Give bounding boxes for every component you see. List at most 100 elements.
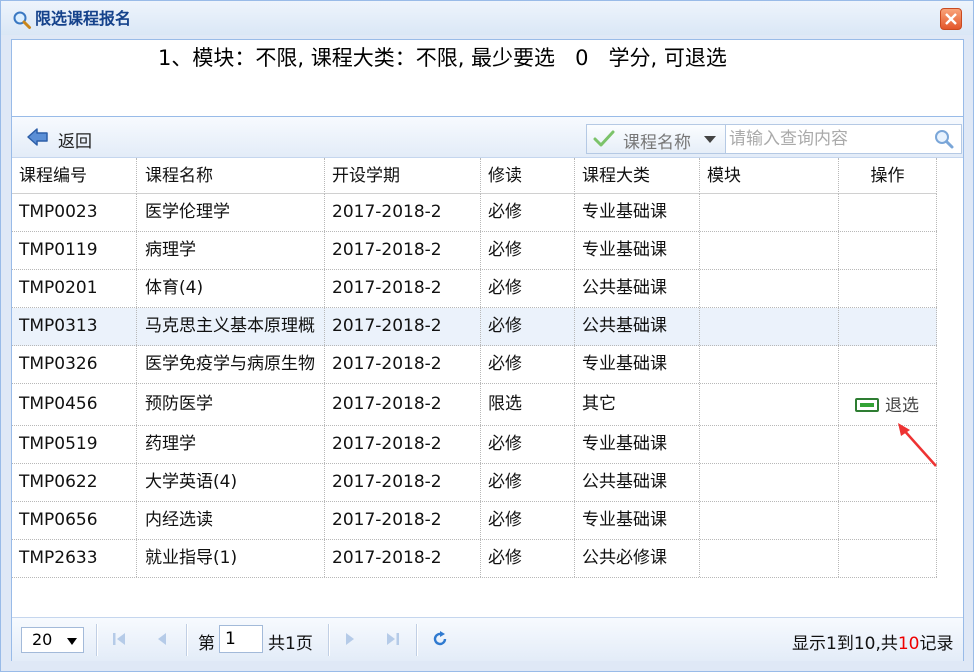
table-row[interactable]: TMP0622 大学英语(4) 2017-2018-2 必修 公共基础课: [12, 464, 937, 502]
back-arrow-icon: [27, 128, 48, 146]
cell-type: 必修: [481, 270, 575, 307]
cell-term: 2017-2018-2: [325, 384, 481, 425]
last-page-icon[interactable]: [383, 629, 403, 649]
search-box: 课程名称: [586, 124, 962, 154]
grid-header: 课程编号 课程名称 开设学期 修读 课程大类 模块 操作: [12, 158, 963, 194]
cell-type: 必修: [481, 540, 575, 577]
page-total: 共1页: [268, 634, 313, 654]
table-row[interactable]: TMP0519 药理学 2017-2018-2 必修 专业基础课: [12, 426, 937, 464]
cell-name: 病理学: [137, 232, 325, 269]
cell-op: [839, 346, 937, 383]
cell-code: TMP0519: [12, 426, 137, 463]
cell-code: TMP0456: [12, 384, 137, 425]
cell-code: TMP0023: [12, 194, 137, 231]
cell-type: 必修: [481, 346, 575, 383]
cell-name: 体育(4): [137, 270, 325, 307]
cell-code: TMP0326: [12, 346, 137, 383]
close-button[interactable]: [940, 8, 962, 30]
cell-code: TMP0119: [12, 232, 137, 269]
prev-page-icon[interactable]: [152, 629, 172, 649]
cell-name: 药理学: [137, 426, 325, 463]
notice-text: 1、模块：不限, 课程大类：不限, 最少要选 0 学分, 可退选: [158, 46, 727, 70]
header-course-code[interactable]: 课程编号: [12, 158, 137, 194]
dialog-titlebar: 限选课程报名: [1, 1, 973, 35]
cell-type: 必修: [481, 426, 575, 463]
page-size-select[interactable]: 20: [21, 627, 84, 653]
cell-module: [700, 426, 839, 463]
cell-type: 必修: [481, 194, 575, 231]
magnifier-icon: [13, 11, 31, 29]
cell-module: [700, 464, 839, 501]
search-field-label: 课程名称: [623, 133, 691, 153]
cell-term: 2017-2018-2: [325, 502, 481, 539]
cell-type: 限选: [481, 384, 575, 425]
table-row[interactable]: TMP0656 内经选读 2017-2018-2 必修 专业基础课: [12, 502, 937, 540]
cell-term: 2017-2018-2: [325, 346, 481, 383]
page-prefix: 第: [198, 634, 215, 654]
cell-name: 预防医学: [137, 384, 325, 425]
cell-type: 必修: [481, 308, 575, 345]
cell-type: 必修: [481, 502, 575, 539]
divider: [328, 624, 330, 656]
table-row[interactable]: TMP0456 预防医学 2017-2018-2 限选 其它 退选: [12, 384, 937, 426]
dialog-content: 1、模块：不限, 课程大类：不限, 最少要选 0 学分, 可退选 返回 课程名称: [11, 39, 964, 661]
divider: [416, 624, 418, 656]
cell-module: [700, 194, 839, 231]
check-icon: [593, 130, 615, 147]
pagination-bar: 20 第 共1页: [12, 617, 963, 661]
cell-module: [700, 232, 839, 269]
table-row[interactable]: TMP2633 就业指导(1) 2017-2018-2 必修 公共必修课: [12, 540, 937, 578]
info-prefix: 显示1到10,共: [792, 634, 898, 654]
table-row[interactable]: TMP0119 病理学 2017-2018-2 必修 专业基础课: [12, 232, 937, 270]
cell-module: [700, 502, 839, 539]
record-count: 10: [897, 634, 920, 654]
table-row[interactable]: TMP0201 体育(4) 2017-2018-2 必修 公共基础课: [12, 270, 937, 308]
next-page-icon[interactable]: [340, 629, 360, 649]
search-input[interactable]: [729, 127, 929, 151]
cell-op: [839, 270, 937, 307]
search-field-select[interactable]: 课程名称: [587, 125, 726, 153]
divider: [96, 624, 98, 656]
cell-code: TMP0201: [12, 270, 137, 307]
cell-name: 医学伦理学: [137, 194, 325, 231]
cell-op: [839, 540, 937, 577]
divider: [186, 624, 188, 656]
header-category[interactable]: 课程大类: [575, 158, 700, 194]
grid-toolbar: 返回 课程名称: [12, 117, 963, 158]
notice-panel: 1、模块：不限, 课程大类：不限, 最少要选 0 学分, 可退选: [12, 40, 963, 117]
header-study-type[interactable]: 修读: [481, 158, 575, 194]
back-label: 返回: [58, 132, 92, 152]
first-page-icon[interactable]: [109, 629, 129, 649]
pagination-info: 显示1到10,共10记录: [792, 629, 954, 654]
chevron-down-icon: [704, 136, 716, 143]
cell-code: TMP0656: [12, 502, 137, 539]
cell-term: 2017-2018-2: [325, 232, 481, 269]
dialog-window: 限选课程报名 1、模块：不限, 课程大类：不限, 最少要选 0 学分, 可退选 …: [0, 0, 974, 672]
cell-category: 公共基础课: [575, 308, 700, 345]
search-icon[interactable]: [933, 128, 955, 150]
table-row[interactable]: TMP0313 马克思主义基本原理概 2017-2018-2 必修 公共基础课: [12, 308, 937, 346]
refresh-icon[interactable]: [430, 629, 450, 649]
table-row[interactable]: TMP0326 医学免疫学与病原生物 2017-2018-2 必修 专业基础课: [12, 346, 937, 384]
cell-module: [700, 308, 839, 345]
cell-category: 专业基础课: [575, 502, 700, 539]
header-course-name[interactable]: 课程名称: [137, 158, 325, 194]
table-row[interactable]: TMP0023 医学伦理学 2017-2018-2 必修 专业基础课: [12, 194, 937, 232]
page-number-input[interactable]: [219, 625, 263, 653]
cell-name: 马克思主义基本原理概: [137, 308, 325, 345]
cell-op: [839, 194, 937, 231]
cell-category: 专业基础课: [575, 194, 700, 231]
header-module[interactable]: 模块: [700, 158, 839, 194]
cell-category: 公共基础课: [575, 464, 700, 501]
cell-op: 退选: [839, 384, 937, 425]
annotation-arrow: [898, 423, 937, 467]
cell-op: [839, 232, 937, 269]
cell-type: 必修: [481, 464, 575, 501]
header-term[interactable]: 开设学期: [325, 158, 481, 194]
cell-term: 2017-2018-2: [325, 426, 481, 463]
cell-name: 医学免疫学与病原生物: [137, 346, 325, 383]
cell-category: 公共基础课: [575, 270, 700, 307]
cell-category: 专业基础课: [575, 346, 700, 383]
withdraw-icon: [855, 398, 879, 412]
header-action: 操作: [839, 158, 937, 194]
